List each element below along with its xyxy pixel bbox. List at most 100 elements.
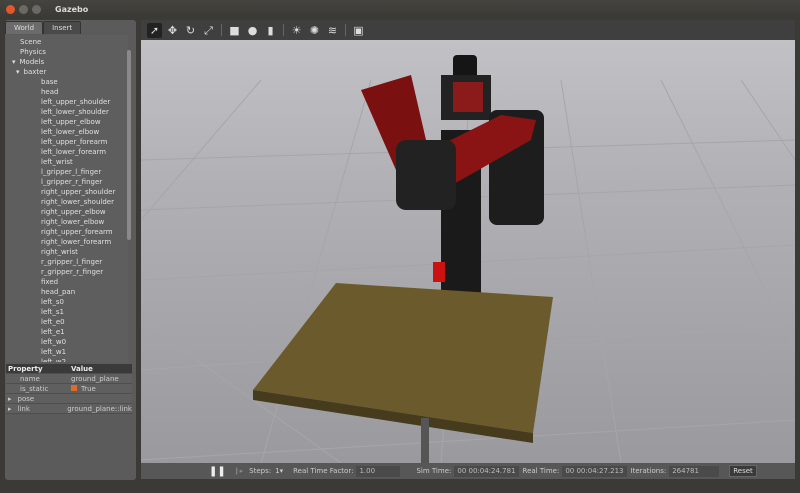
tree-item-label: left_lower_shoulder (41, 108, 109, 116)
tree-item-label: r_gripper_r_finger (41, 268, 104, 276)
tree-item[interactable]: right_lower_elbow (41, 217, 104, 227)
step-icon[interactable]: ❙▸ (234, 467, 243, 475)
sim-time-label: Sim Time: (416, 467, 452, 475)
tree-item[interactable]: Physics (20, 47, 46, 57)
property-value: ground_plane::link (67, 405, 132, 413)
tree-item-label: left_w2 (41, 358, 67, 362)
maximize-window-button[interactable] (32, 4, 41, 14)
tree-item[interactable]: Scene (20, 37, 41, 47)
point-light-icon[interactable]: ☀ (289, 23, 304, 38)
tree-item[interactable]: left_lower_elbow (41, 127, 99, 137)
property-key: is_static (20, 385, 49, 393)
tree-item-label: left_lower_forearm (41, 148, 107, 156)
property-key: link (17, 405, 30, 413)
select-arrow-icon[interactable]: ➚ (147, 22, 162, 38)
reset-button[interactable]: Reset (729, 465, 757, 477)
tree-item-label: right_lower_forearm (41, 238, 112, 246)
tree-item-label: right_upper_shoulder (41, 188, 116, 196)
tree-item-label: left_lower_elbow (41, 128, 100, 136)
property-row-name[interactable]: name ground_plane (6, 374, 132, 384)
iterations-value: 264781 (669, 465, 720, 477)
tree-item[interactable]: right_wrist (41, 247, 78, 257)
scale-icon[interactable]: ⤢ (201, 23, 216, 38)
tree-item[interactable]: ▾ Models (12, 57, 44, 67)
close-window-button[interactable] (6, 4, 15, 14)
tree-item-label: Physics (20, 48, 46, 56)
translate-icon[interactable]: ✥ (165, 23, 180, 38)
tree-scrollbar[interactable] (127, 50, 131, 240)
tree-item[interactable]: left_w1 (41, 347, 66, 357)
tree-item[interactable]: right_lower_forearm (41, 237, 111, 247)
expand-arrow-icon[interactable]: ▸ (8, 395, 12, 403)
tree-item[interactable]: left_s0 (41, 297, 64, 307)
property-table: Property Value name ground_plane is_static… (6, 364, 132, 414)
tree-item[interactable]: right_upper_shoulder (41, 187, 115, 197)
box-icon[interactable]: ■ (227, 23, 242, 38)
sphere-icon[interactable]: ● (245, 23, 260, 38)
table-model (253, 283, 553, 463)
tree-item-label: left_upper_elbow (41, 118, 101, 126)
tree-item-label: right_wrist (41, 248, 78, 256)
world-tree: Scene Physics ▾ Models ▾ baxter base head left_u… (6, 35, 128, 362)
minimize-window-button[interactable] (19, 4, 28, 14)
steps-spinner-icon[interactable]: ▾ (280, 467, 284, 475)
baxter-robot (361, 55, 544, 295)
property-row-is-static[interactable]: is_static True (6, 384, 132, 394)
tree-item-label: Scene (20, 38, 42, 46)
tree-item[interactable]: ▾ baxter (16, 67, 46, 77)
property-header-row: Property Value (6, 364, 132, 374)
rtf-value: 1.00 (356, 465, 401, 477)
iterations-label: Iterations: (630, 467, 667, 475)
tree-item[interactable]: left_e1 (41, 327, 65, 337)
tree-item[interactable]: fixed (41, 277, 58, 287)
property-row-link[interactable]: ▸ link ground_plane::link (6, 404, 132, 414)
cylinder-icon[interactable]: ▮ (263, 23, 278, 38)
tree-item[interactable]: left_upper_shoulder (41, 97, 110, 107)
tree-item[interactable]: head (41, 87, 58, 97)
tree-item-label: left_e1 (41, 328, 65, 336)
tab-insert[interactable]: Insert (43, 21, 82, 34)
rtf-label: Real Time Factor: (293, 467, 354, 475)
toolbar: ➚ ✥ ↻ ⤢ ■ ● ▮ ☀ ✺ ≋ ▣ (141, 20, 795, 40)
tree-item[interactable]: left_e0 (41, 317, 65, 327)
tree-item[interactable]: left_s1 (41, 307, 64, 317)
tree-item[interactable]: head_pan (41, 287, 75, 297)
expand-arrow-icon[interactable]: ▸ (8, 405, 12, 413)
tree-item[interactable]: l_gripper_r_finger (41, 177, 102, 187)
is-static-checkbox[interactable] (71, 385, 77, 391)
rotate-icon[interactable]: ↻ (183, 23, 198, 38)
tab-world[interactable]: World (5, 21, 44, 34)
tree-item[interactable]: l_gripper_l_finger (41, 167, 101, 177)
expand-arrow-icon[interactable]: ▾ (12, 58, 16, 66)
screenshot-icon[interactable]: ▣ (351, 23, 366, 38)
tree-item-label: left_w1 (41, 348, 67, 356)
directional-light-icon[interactable]: ≋ (325, 23, 340, 38)
real-time-label: Real Time: (522, 467, 560, 475)
tree-item[interactable]: left_lower_forearm (41, 147, 106, 157)
real-time-value: 00 00:04:27.213 (562, 465, 627, 477)
tree-item-label: right_upper_elbow (41, 208, 106, 216)
tree-item[interactable]: left_upper_forearm (41, 137, 108, 147)
tree-item[interactable]: base (41, 77, 58, 87)
property-value: ground_plane (71, 375, 119, 383)
tree-item-label: left_w0 (41, 338, 67, 346)
property-key: pose (17, 395, 35, 403)
tree-item-label: left_wrist (41, 158, 73, 166)
tree-item[interactable]: right_upper_elbow (41, 207, 106, 217)
spot-light-icon[interactable]: ✺ (307, 23, 322, 38)
property-row-pose[interactable]: ▸ pose (6, 394, 132, 404)
tree-item[interactable]: left_wrist (41, 157, 73, 167)
tree-item[interactable]: right_lower_shoulder (41, 197, 114, 207)
tree-item[interactable]: r_gripper_r_finger (41, 267, 103, 277)
tree-item[interactable]: left_w0 (41, 337, 66, 347)
tree-item[interactable]: right_upper_forearm (41, 227, 113, 237)
tree-item[interactable]: left_upper_elbow (41, 117, 101, 127)
tree-item-label: left_upper_shoulder (41, 98, 111, 106)
tree-item[interactable]: left_w2 (41, 357, 66, 362)
3d-viewport[interactable] (141, 20, 795, 463)
tree-item[interactable]: left_lower_shoulder (41, 107, 109, 117)
tree-item-label: l_gripper_r_finger (41, 178, 103, 186)
expand-arrow-icon[interactable]: ▾ (16, 68, 20, 76)
pause-icon[interactable]: ❚❚ (209, 466, 226, 477)
tree-item[interactable]: r_gripper_l_finger (41, 257, 102, 267)
